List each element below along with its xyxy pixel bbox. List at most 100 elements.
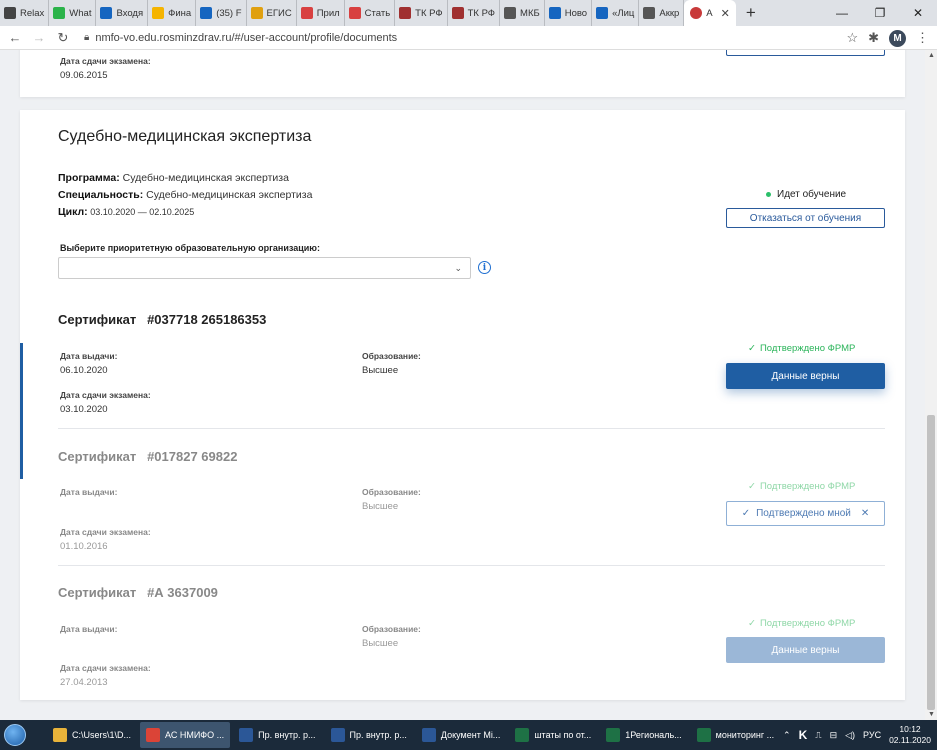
program-label: Программа: xyxy=(58,172,120,184)
cancel-confirmation-icon[interactable]: ✕ xyxy=(861,508,869,519)
check-icon: ✓ xyxy=(748,618,756,629)
browser-tab[interactable]: Стать xyxy=(345,0,396,26)
tab-favicon-icon xyxy=(451,7,464,19)
excel-icon xyxy=(606,728,621,742)
browser-tab[interactable]: Входя xyxy=(96,0,149,26)
tab-label: ТК РФ xyxy=(467,7,496,19)
browser-tab[interactable]: МКБ xyxy=(500,0,545,26)
certificate-1-issue: Дата выдачи: 06.10.2020 xyxy=(60,351,118,376)
taskbar-item[interactable]: штаты по от... xyxy=(509,722,597,748)
extensions-puzzle-icon[interactable]: ✱ xyxy=(868,30,879,46)
start-button[interactable] xyxy=(0,720,30,750)
certificate-3-issue: Дата выдачи: xyxy=(60,624,118,634)
specialty-title: Судебно-медицинская экспертиза xyxy=(58,128,312,145)
word-icon xyxy=(239,728,254,742)
bookmark-star-icon[interactable]: ☆ xyxy=(846,30,858,46)
specialty-line: Специальность: Судебно-медицинская экспе… xyxy=(58,189,312,201)
new-tab-button[interactable]: + xyxy=(746,0,756,26)
windows-logo-icon xyxy=(4,724,26,746)
certificate-2-number: #017827 69822 xyxy=(147,449,238,464)
scroll-down-arrow-icon[interactable]: ▼ xyxy=(928,711,935,718)
clock[interactable]: 10:12 02.11.2020 xyxy=(889,724,931,746)
tab-label: Прил xyxy=(316,7,340,19)
tab-label: Входя xyxy=(116,7,144,19)
taskbar-item[interactable]: Пр. внутр. р... xyxy=(233,722,321,748)
certificate-2-confirmed-button[interactable]: ✓ Подтверждено мной ✕ xyxy=(726,501,885,526)
tab-favicon-icon xyxy=(348,7,361,19)
certificate-3-frmr: ✓ Подтверждено ФРМР xyxy=(748,618,856,629)
browser-tab[interactable]: Прил xyxy=(297,0,345,26)
tab-label: Фина xyxy=(168,7,192,19)
tab-label: Ново xyxy=(564,7,588,19)
tab-label: What xyxy=(69,7,92,19)
specialty-card: Судебно-медицинская экспертиза Программа… xyxy=(20,110,905,700)
browser-tab[interactable]: Аккр xyxy=(639,0,685,26)
page-viewport: Дата сдачи экзамена: 09.06.2015 Судебно-… xyxy=(0,50,925,720)
withdraw-button[interactable]: Отказаться от обучения xyxy=(726,208,885,228)
browser-tab[interactable]: What xyxy=(49,0,97,26)
tab-label: МКБ xyxy=(520,7,540,19)
browser-tab[interactable]: ЕГИС xyxy=(247,0,297,26)
taskbar-item[interactable]: Пр. внутр. р... xyxy=(325,722,413,748)
browser-tab[interactable]: «Лиц xyxy=(592,0,640,26)
browser-tab[interactable]: ТК РФ xyxy=(448,0,501,26)
usb-icon[interactable]: ⎍ xyxy=(815,730,821,741)
tab-favicon-icon xyxy=(200,7,213,19)
tab-favicon-icon xyxy=(643,7,656,19)
browser-tab[interactable]: Фина xyxy=(148,0,197,26)
scroll-up-arrow-icon[interactable]: ▲ xyxy=(928,52,935,59)
partial-button[interactable] xyxy=(726,50,885,56)
chevron-down-icon: ⌄ xyxy=(454,263,462,273)
cycle-label: Цикл: xyxy=(58,206,88,218)
tray-expand-icon[interactable]: ⌃ xyxy=(783,730,791,741)
maximize-icon[interactable]: ❐ xyxy=(861,0,899,26)
certificate-1-education: Образование: Высшее xyxy=(362,351,421,376)
tab-favicon-icon xyxy=(504,7,517,19)
forward-arrow-icon[interactable]: → xyxy=(30,30,48,45)
url-field[interactable]: nmfo-vo.edu.rosminzdrav.ru/#/user-accoun… xyxy=(95,32,397,44)
lock-icon[interactable]: 🔒︎ xyxy=(84,32,89,43)
browser-menu-icon[interactable]: ⋮ xyxy=(916,30,929,46)
tab-favicon-icon xyxy=(300,7,313,19)
volume-icon[interactable]: ◁) xyxy=(845,730,855,741)
certificate-1-number: #037718 265186353 xyxy=(147,312,267,327)
browser-tab[interactable]: ТК РФ xyxy=(395,0,448,26)
certificate-2-education: Образование: Высшее xyxy=(362,487,421,512)
taskbar-item[interactable]: мониторинг ... xyxy=(691,722,781,748)
tab-label: ЕГИС xyxy=(266,7,292,19)
word-icon xyxy=(421,728,436,742)
tab-close-icon[interactable]: ✕ xyxy=(721,7,730,20)
taskbar-item[interactable]: 1Региональ... xyxy=(600,722,687,748)
tab-favicon-icon xyxy=(152,7,165,19)
kaspersky-icon[interactable]: K xyxy=(799,728,808,742)
minimize-icon[interactable]: — xyxy=(823,0,861,26)
certificate-3-data-correct-button[interactable]: Данные верны xyxy=(726,637,885,663)
exam-date-value: 09.06.2015 xyxy=(60,70,108,81)
reload-icon[interactable]: ↻ xyxy=(54,30,72,46)
certificate-2-frmr: ✓ Подтверждено ФРМР xyxy=(748,481,856,492)
page-scrollbar[interactable]: ▲ ▼ xyxy=(925,50,937,720)
close-window-icon[interactable]: ✕ xyxy=(899,0,937,26)
certificate-2-title: Сертификат #017827 69822 xyxy=(58,449,238,464)
certificate-3-exam: Дата сдачи экзамена: 27.04.2013 xyxy=(60,663,151,688)
scroll-thumb[interactable] xyxy=(927,415,935,710)
browser-tab[interactable]: (35) F xyxy=(196,0,247,26)
taskbar-item[interactable]: C:\Users\1\D... xyxy=(47,722,137,748)
taskbar-item[interactable]: Документ Mi... xyxy=(416,722,506,748)
info-icon[interactable]: i xyxy=(478,261,491,274)
org-select[interactable]: ⌄ xyxy=(58,257,471,279)
tab-favicon-icon xyxy=(4,7,16,19)
browser-tab[interactable]: Relax xyxy=(0,0,50,26)
browser-tab[interactable]: Ново xyxy=(545,0,593,26)
cycle-line: Цикл: 03.10.2020 — 02.10.2025 xyxy=(58,206,194,218)
profile-avatar[interactable]: M xyxy=(889,29,906,47)
network-icon[interactable]: ⊟ xyxy=(830,730,838,741)
chrome-icon xyxy=(146,728,161,742)
back-arrow-icon[interactable]: ← xyxy=(6,30,24,45)
browser-tab-active[interactable]: А ✕ xyxy=(684,0,736,26)
taskbar-item[interactable]: АС НМИФО ... xyxy=(140,722,231,748)
exam-date-label: Дата сдачи экзамена: xyxy=(60,56,151,66)
certificate-1-data-correct-button[interactable]: Данные верны xyxy=(726,363,885,389)
language-indicator[interactable]: РУС xyxy=(863,730,881,740)
tab-favicon-icon xyxy=(53,7,66,19)
